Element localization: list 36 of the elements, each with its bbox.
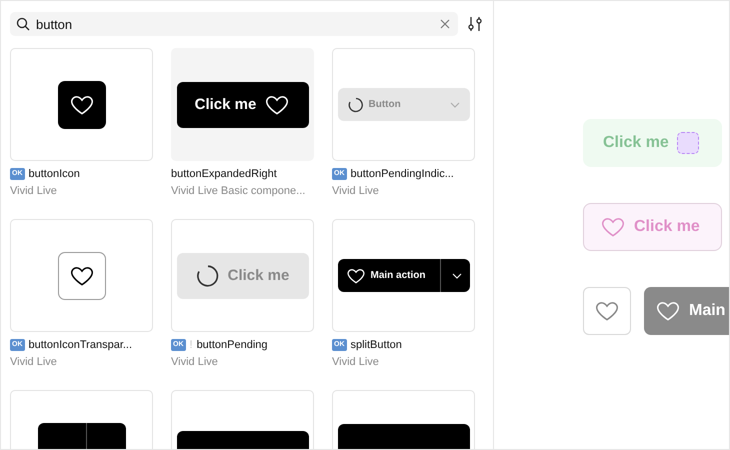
slot-placeholder [676, 132, 699, 154]
component-card[interactable]: Click me [171, 219, 314, 332]
library-name: Vivid Live [10, 185, 58, 197]
library-name: Vivid Live [332, 185, 380, 197]
split-button-preview: Main action [338, 259, 470, 292]
library-name: Vivid Live [10, 356, 58, 368]
search-field[interactable]: button [10, 12, 458, 36]
button-preview: Button [338, 88, 470, 121]
chevron-down-icon [450, 102, 460, 108]
component-card[interactable]: Button [332, 48, 475, 161]
component-card[interactable]: Click me [171, 48, 314, 161]
spinner-icon [196, 264, 220, 288]
library-name: Vivid Live [171, 356, 219, 368]
search-input[interactable]: button [36, 16, 434, 32]
slot-button[interactable]: Click me [583, 119, 722, 167]
component-name: buttonPending [196, 339, 268, 351]
button-preview: Click me [176, 252, 308, 298]
heart-button[interactable]: Click me [583, 203, 722, 251]
component-name: buttonIconTranspar... [28, 339, 132, 351]
filter-icon[interactable] [468, 16, 482, 32]
clear-icon[interactable] [440, 19, 450, 29]
component-name: buttonExpandedRight [171, 168, 277, 180]
button-preview: Click me [176, 82, 308, 128]
component-name: splitButton [350, 339, 402, 351]
component-name: buttonIcon [28, 168, 80, 180]
heart-icon-button[interactable] [583, 287, 631, 335]
component-card[interactable]: Main action [332, 219, 475, 332]
spinner-icon [348, 96, 364, 112]
component-card[interactable] [10, 48, 153, 161]
chevron-down-icon [452, 272, 462, 278]
component-name: buttonPendingIndic... [350, 168, 454, 180]
search-icon [16, 17, 30, 31]
library-name: Vivid Live Basic compone... [171, 185, 306, 197]
library-name: Vivid Live [332, 356, 380, 368]
split-button[interactable]: Main [644, 287, 729, 335]
alert-mark: ! [190, 339, 193, 351]
